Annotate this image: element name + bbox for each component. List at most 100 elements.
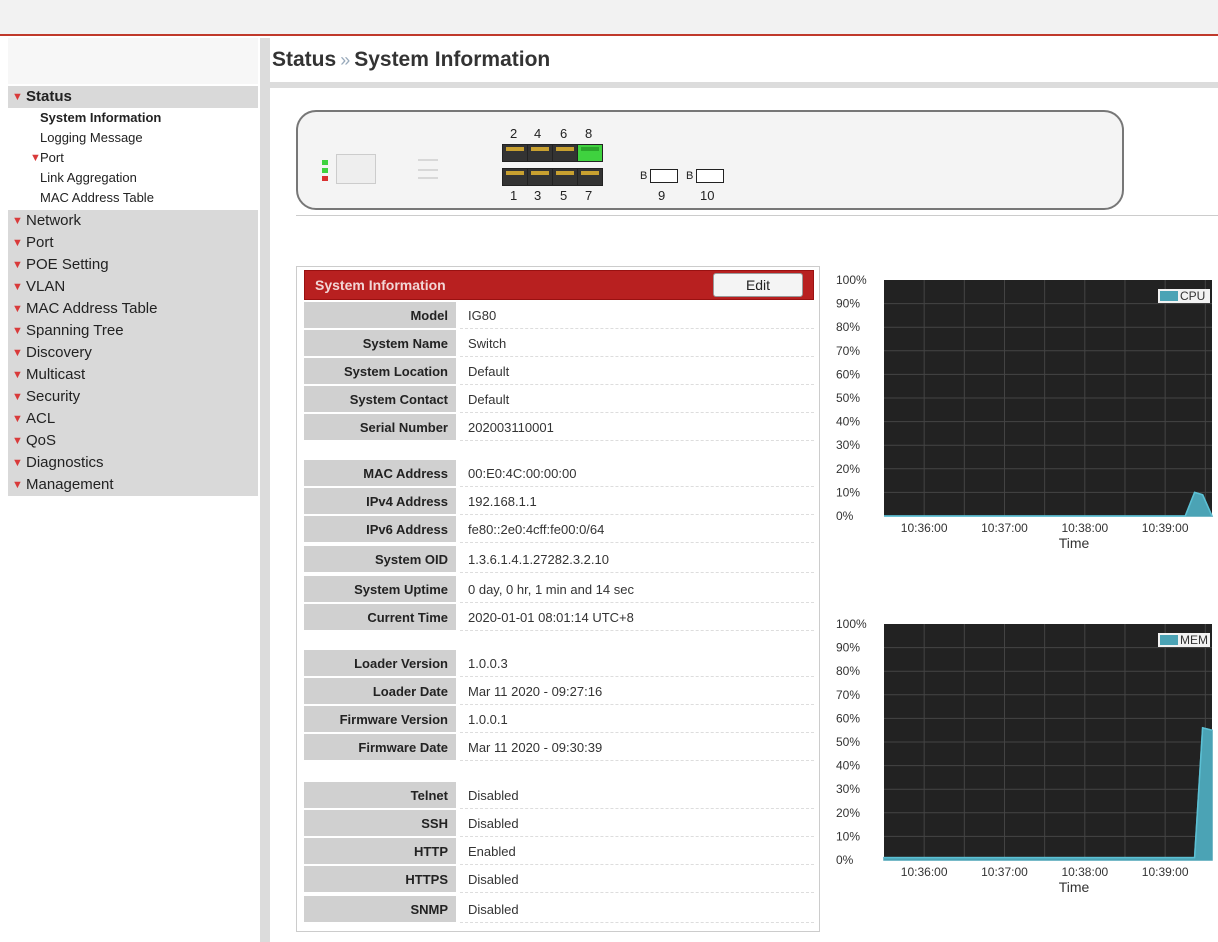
info-value: Switch bbox=[460, 330, 814, 357]
port-6[interactable] bbox=[552, 144, 578, 162]
info-value: 1.0.0.1 bbox=[460, 706, 814, 733]
sidebar-item-discovery[interactable]: ▼ Discovery bbox=[8, 342, 258, 364]
sidebar-item-label: Management bbox=[26, 476, 114, 493]
sidebar-item-multicast[interactable]: ▼ Multicast bbox=[8, 364, 258, 386]
sidebar-item-label: ACL bbox=[26, 410, 56, 427]
port-8[interactable] bbox=[577, 144, 603, 162]
chevron-down-icon: ▼ bbox=[12, 91, 23, 103]
sidebar-divider[interactable] bbox=[260, 38, 270, 942]
chevron-down-icon: ▼ bbox=[12, 325, 23, 337]
info-row-http: HTTP Enabled bbox=[304, 838, 814, 865]
info-label: IPv4 Address bbox=[304, 488, 456, 515]
x-tick-label: 10:39:00 bbox=[1142, 521, 1189, 535]
sidebar-item-acl[interactable]: ▼ ACL bbox=[8, 408, 258, 430]
y-tick-label: 0% bbox=[836, 509, 854, 523]
y-tick-label: 20% bbox=[836, 462, 860, 476]
sidebar-item-label: Spanning Tree bbox=[26, 322, 124, 339]
sfp-mark-9: B bbox=[640, 170, 648, 182]
info-row-telnet: Telnet Disabled bbox=[304, 782, 814, 809]
chevron-down-icon: ▼ bbox=[12, 259, 23, 271]
info-value: 192.168.1.1 bbox=[460, 488, 814, 515]
info-row-firmware-date: Firmware Date Mar 11 2020 - 09:30:39 bbox=[304, 734, 814, 761]
sidebar-item-port[interactable]: ▼ Port bbox=[8, 232, 258, 254]
sidebar-header bbox=[8, 38, 258, 84]
x-tick-label: 10:36:00 bbox=[901, 865, 948, 879]
sidebar-item-system-information[interactable]: System Information bbox=[8, 108, 258, 128]
info-value: IG80 bbox=[460, 302, 814, 329]
sidebar-item-qos[interactable]: ▼ QoS bbox=[8, 430, 258, 452]
info-value: Mar 11 2020 - 09:30:39 bbox=[460, 734, 814, 761]
sidebar-item-link-aggregation[interactable]: Link Aggregation bbox=[8, 168, 258, 188]
info-label: Current Time bbox=[304, 604, 456, 631]
sidebar-item-label: System Information bbox=[40, 110, 162, 125]
led-green-1 bbox=[322, 160, 328, 165]
sidebar-item-mac-address-table[interactable]: ▼ MAC Address Table bbox=[8, 298, 258, 320]
sidebar-item-network[interactable]: ▼ Network bbox=[8, 210, 258, 232]
sidebar-item-vlan[interactable]: ▼ VLAN bbox=[8, 276, 258, 298]
info-value: 0 day, 0 hr, 1 min and 14 sec bbox=[460, 576, 814, 603]
info-row-ipv6-address: IPv6 Address fe80::2e0:4cff:fe00:0/64 bbox=[304, 516, 814, 543]
info-value: Disabled bbox=[460, 782, 814, 809]
edit-button[interactable]: Edit bbox=[713, 273, 803, 297]
breadcrumb-current: System Information bbox=[354, 48, 551, 71]
x-tick-label: 10:36:00 bbox=[901, 521, 948, 535]
chevron-down-icon: ▼ bbox=[12, 369, 23, 381]
info-value: Disabled bbox=[460, 896, 814, 923]
port-5[interactable] bbox=[552, 168, 578, 186]
sfp-port-9[interactable] bbox=[650, 169, 678, 183]
y-tick-label: 10% bbox=[836, 485, 860, 499]
chevron-down-icon: ▼ bbox=[12, 413, 23, 425]
info-row-system-oid: System OID 1.3.6.1.4.1.27282.3.2.10 bbox=[304, 546, 814, 573]
cpu-usage-chart: 0% 10% 20% 30% 40% 50% 60% 70% 80% 90% 100% 10:36:0… bbox=[836, 273, 1214, 551]
port-label-8: 8 bbox=[585, 126, 593, 141]
info-label: System Contact bbox=[304, 386, 456, 413]
info-row-https: HTTPS Disabled bbox=[304, 866, 814, 893]
sfp-mark-10: B bbox=[686, 170, 694, 182]
sidebar-item-label: Diagnostics bbox=[26, 454, 104, 471]
port-label-3: 3 bbox=[534, 188, 542, 203]
port-1[interactable] bbox=[502, 168, 528, 186]
sidebar-item-port-status[interactable]: ▼ Port bbox=[8, 148, 258, 168]
sfp-port-10[interactable] bbox=[696, 169, 724, 183]
info-row-system-contact: System Contact Default bbox=[304, 386, 814, 413]
sidebar-item-spanning-tree[interactable]: ▼ Spanning Tree bbox=[8, 320, 258, 342]
info-label: System Location bbox=[304, 358, 456, 385]
info-row-system-name: System Name Switch bbox=[304, 330, 814, 357]
sidebar-item-status[interactable]: ▼ Status bbox=[8, 86, 258, 108]
sidebar-item-mac-address-table-status[interactable]: MAC Address Table bbox=[8, 188, 258, 208]
legend-label: CPU bbox=[1180, 289, 1205, 303]
info-row-snmp: SNMP Disabled bbox=[304, 896, 814, 923]
y-tick-label: 70% bbox=[836, 688, 860, 702]
port-7[interactable] bbox=[577, 168, 603, 186]
info-row-mac-address: MAC Address 00:E0:4C:00:00:00 bbox=[304, 460, 814, 487]
info-label: System OID bbox=[304, 546, 456, 573]
info-row-loader-version: Loader Version 1.0.0.3 bbox=[304, 650, 814, 677]
y-tick-label: 100% bbox=[836, 273, 867, 287]
info-row-ssh: SSH Disabled bbox=[304, 810, 814, 837]
port-3[interactable] bbox=[527, 168, 553, 186]
sidebar-item-security[interactable]: ▼ Security bbox=[8, 386, 258, 408]
legend-label: MEM bbox=[1180, 633, 1208, 647]
y-tick-label: 100% bbox=[836, 617, 867, 631]
sidebar-item-logging-message[interactable]: Logging Message bbox=[8, 128, 258, 148]
title-underline bbox=[270, 82, 1218, 88]
sidebar-item-diagnostics[interactable]: ▼ Diagnostics bbox=[8, 452, 258, 474]
sidebar-item-label: Network bbox=[26, 212, 82, 229]
y-tick-label: 70% bbox=[836, 344, 860, 358]
sidebar-item-management[interactable]: ▼ Management bbox=[8, 474, 258, 496]
info-value: Default bbox=[460, 358, 814, 385]
sidebar-item-poe-setting[interactable]: ▼ POE Setting bbox=[8, 254, 258, 276]
chevron-down-icon: ▼ bbox=[12, 457, 23, 469]
sidebar-item-label: Port bbox=[40, 150, 64, 165]
port-4[interactable] bbox=[527, 144, 553, 162]
sidebar-item-label: Link Aggregation bbox=[40, 170, 137, 185]
y-tick-label: 20% bbox=[836, 806, 860, 820]
breadcrumb-parent[interactable]: Status bbox=[272, 48, 336, 71]
device-divider bbox=[296, 215, 1218, 216]
port-2[interactable] bbox=[502, 144, 528, 162]
port-label-6: 6 bbox=[560, 126, 568, 141]
info-value: 2020-01-01 08:01:14 UTC+8 bbox=[460, 604, 814, 631]
sidebar-item-label: Multicast bbox=[26, 366, 86, 383]
top-bar bbox=[0, 0, 1218, 36]
y-tick-label: 90% bbox=[836, 297, 860, 311]
